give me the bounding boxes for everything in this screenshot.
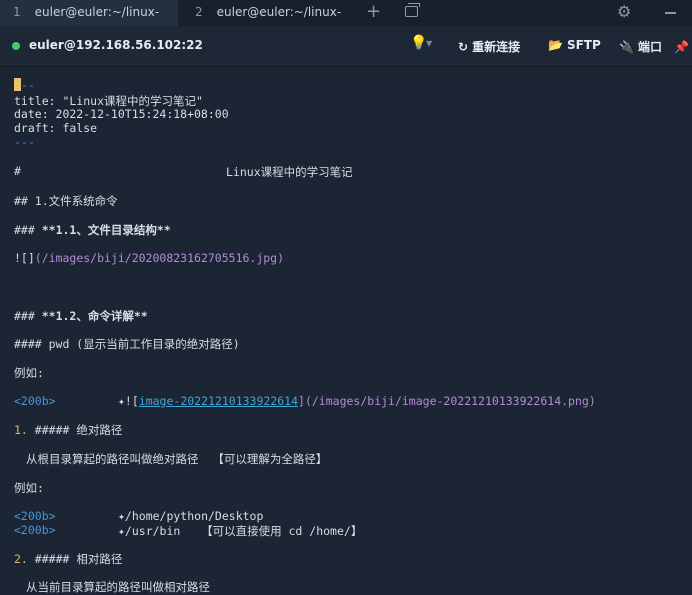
h1-mark: #: [14, 164, 21, 178]
sftp-button[interactable]: 📂 SFTP: [548, 38, 601, 52]
image-2-link[interactable]: image-20221210133922614: [139, 394, 298, 408]
example-2-line: 例如:: [14, 481, 44, 495]
tab-2-number: 2: [195, 5, 203, 19]
port-label: 端口: [637, 40, 662, 54]
path-1-line: ✦/home/python/Desktop: [118, 509, 264, 523]
connection-status-dot: [12, 42, 20, 50]
lightbulb-icon[interactable]: 💡: [410, 35, 427, 51]
text-cursor: [14, 78, 21, 91]
frontmatter-open-line: --: [14, 78, 35, 92]
new-window-icon[interactable]: [405, 3, 420, 17]
tab-1-number: 1: [13, 5, 21, 19]
draft-line: draft: false: [14, 121, 98, 135]
port-button[interactable]: 🔌 端口: [619, 38, 662, 55]
chevron-down-icon[interactable]: ▼: [426, 39, 432, 48]
session-host: euler@192.168.56.102:22: [29, 38, 203, 52]
settings-icon[interactable]: ⚙: [617, 2, 631, 22]
sftp-label: SFTP: [566, 38, 601, 52]
date-line: date: 2022-12-10T15:24:18+08:00: [14, 107, 229, 121]
zero-width-tag: <200b>: [14, 394, 56, 408]
list-item-1: 1. ##### 绝对路径: [14, 423, 123, 437]
reconnect-icon: ↻: [458, 40, 469, 54]
reconnect-button[interactable]: ↻ 重新连接: [458, 38, 520, 55]
pin-button[interactable]: 📌耳: [674, 38, 692, 55]
minimize-icon[interactable]: [665, 12, 676, 14]
plug-icon: 🔌: [619, 40, 634, 54]
absolute-path-desc: 从根目录算起的路径叫做绝对路径 【可以理解为全路径】: [26, 452, 328, 466]
h1-text: Linux课程中的学习笔记: [226, 165, 353, 179]
tab-1[interactable]: 1euler@euler:~/linux-h...: [0, 0, 178, 43]
zero-width-tag: <200b>: [14, 523, 56, 537]
h3-2-line: ### **1.2、命令详解**: [14, 309, 148, 323]
path-2-line: ✦/usr/bin 【可以直接使用 cd /home/】: [118, 524, 363, 538]
image-1-line: ![](/images/biji/20200823162705516.jpg): [14, 251, 285, 265]
image-2-line: ✦![image-20221210133922614](/images/biji…: [118, 394, 596, 408]
session-bar: euler@192.168.56.102:22 💡 ▼ ↻ 重新连接 📂 SFTP …: [0, 26, 692, 67]
h2-line: ## 1.文件系统命令: [14, 194, 118, 208]
h4-pwd-line: #### pwd (显示当前工作目录的绝对路径): [14, 337, 240, 351]
folder-icon: 📂: [548, 38, 563, 52]
tab-2[interactable]: 2euler@euler:~/linux-h...: [178, 0, 358, 43]
tab-bar: 1euler@euler:~/linux-h... 2euler@euler:~…: [0, 0, 692, 43]
reconnect-label: 重新连接: [472, 40, 521, 54]
new-tab-icon[interactable]: +: [366, 1, 381, 23]
h3-1-line: ### **1.1、文件目录结构**: [14, 223, 171, 237]
frontmatter-close-line: ---: [14, 135, 35, 149]
list-item-2: 2. ##### 相对路径: [14, 552, 123, 566]
example-1-line: 例如:: [14, 366, 44, 380]
pin-icon: 📌: [674, 40, 689, 54]
zero-width-tag: <200b>: [14, 509, 56, 523]
